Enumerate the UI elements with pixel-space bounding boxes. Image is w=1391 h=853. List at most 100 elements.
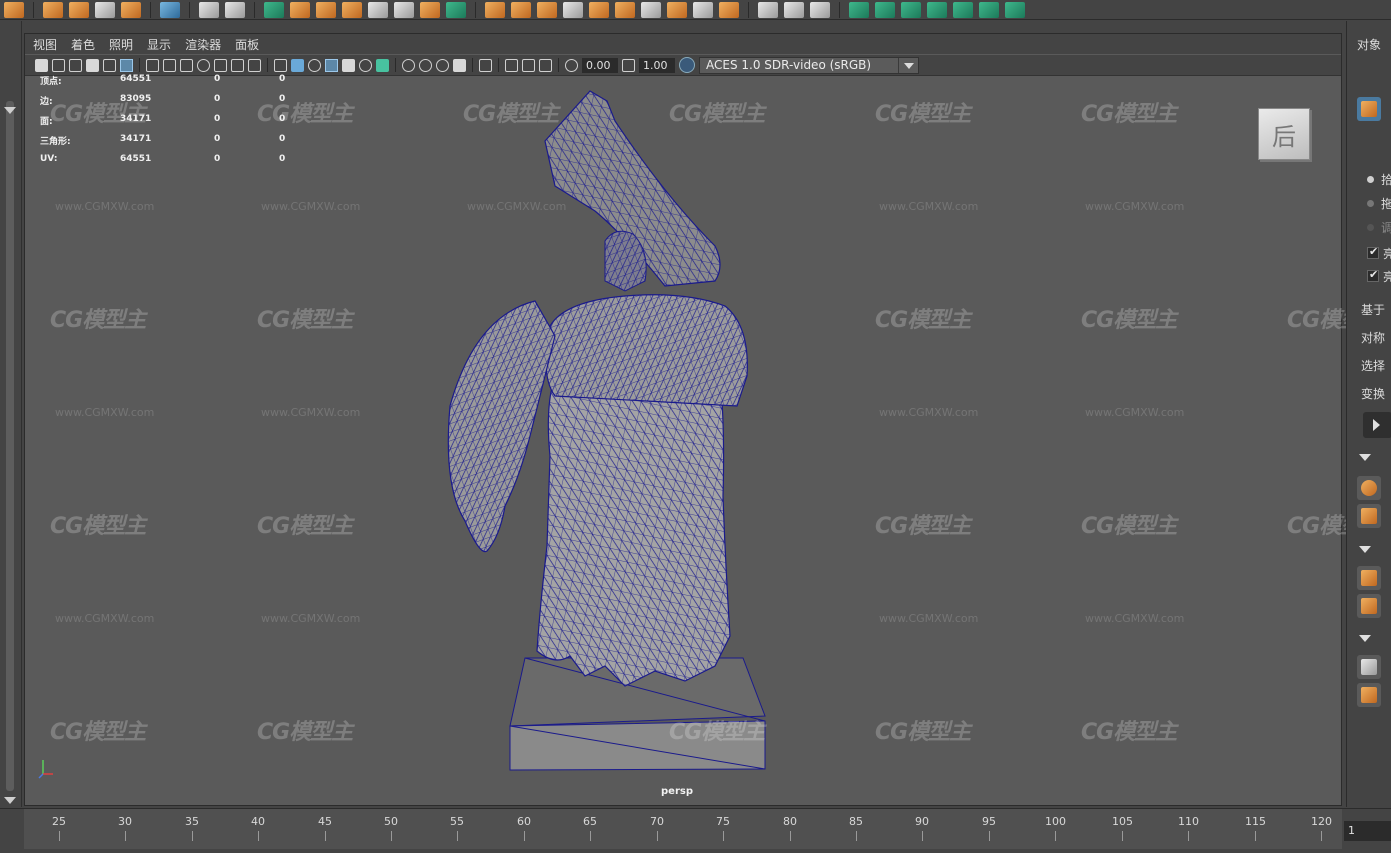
tool-button[interactable] <box>1357 594 1381 618</box>
statue-model[interactable] <box>25 76 1343 807</box>
section-collapse-icon[interactable] <box>1359 546 1371 553</box>
grease-pencil-icon[interactable] <box>103 58 116 72</box>
camera-icon[interactable] <box>199 1 219 18</box>
section-collapse-icon[interactable] <box>1359 635 1371 642</box>
menu-shading[interactable]: 着色 <box>71 36 95 53</box>
crease-icon[interactable] <box>810 1 830 18</box>
triangulate-icon[interactable] <box>667 1 687 18</box>
select-lasso-icon[interactable] <box>264 1 284 18</box>
lights-icon[interactable] <box>376 58 389 72</box>
multi-cut-icon[interactable] <box>758 1 778 18</box>
merge-icon[interactable] <box>641 1 661 18</box>
uv-editor-icon[interactable] <box>849 1 869 18</box>
safe-title-icon[interactable] <box>248 58 261 72</box>
tool-button[interactable] <box>1357 566 1381 590</box>
grid-toggle-icon[interactable] <box>146 58 159 72</box>
pen-icon[interactable] <box>120 58 133 72</box>
menu-renderer[interactable]: 渲染器 <box>185 36 221 53</box>
antialiasing-icon[interactable] <box>453 58 466 72</box>
film-gate-icon[interactable] <box>163 58 176 72</box>
insert-loop-icon[interactable] <box>563 1 583 18</box>
uv-auto-icon[interactable] <box>953 1 973 18</box>
uv-cut-icon[interactable] <box>1005 1 1025 18</box>
xray-icon[interactable] <box>342 58 355 72</box>
edge-flow-icon[interactable] <box>784 1 804 18</box>
scroll-down-icon[interactable] <box>4 797 16 804</box>
smooth-shade-icon[interactable] <box>291 58 304 72</box>
time-ruler[interactable]: 25 30 35 40 45 50 55 60 65 70 75 80 85 9… <box>24 809 1342 849</box>
exposure-field[interactable]: 0.00 <box>582 57 618 73</box>
tool-button[interactable] <box>1357 655 1381 679</box>
image-plane-icon[interactable] <box>86 58 99 72</box>
gamma-icon[interactable] <box>622 58 635 72</box>
isolate-select-icon[interactable] <box>479 58 492 72</box>
checkbox[interactable] <box>1367 268 1379 282</box>
checkbox[interactable] <box>1367 245 1379 259</box>
menu-show[interactable]: 显示 <box>147 36 171 53</box>
camera-attributes-icon[interactable] <box>52 58 65 72</box>
safe-action-icon[interactable] <box>231 58 244 72</box>
section-collapse-icon[interactable] <box>1359 454 1371 461</box>
current-frame-field[interactable]: 1 <box>1344 821 1391 841</box>
reduce-icon[interactable] <box>615 1 635 18</box>
polygon-cube-icon[interactable] <box>43 1 63 18</box>
polygon-torus-icon[interactable] <box>69 1 89 18</box>
separate-icon[interactable] <box>316 1 336 18</box>
viewcube[interactable]: 后 <box>1258 108 1310 160</box>
shadows-icon[interactable] <box>402 58 415 72</box>
bookmark-icon[interactable] <box>69 58 82 72</box>
radio-option[interactable] <box>1367 200 1374 207</box>
menu-lighting[interactable]: 照明 <box>109 36 133 53</box>
xray-active-icon[interactable] <box>522 58 535 72</box>
menu-view[interactable]: 视图 <box>33 36 57 53</box>
cleanup-icon[interactable] <box>719 1 739 18</box>
tool-button[interactable] <box>1357 683 1381 707</box>
append-icon[interactable] <box>511 1 531 18</box>
extrude-icon[interactable] <box>420 1 440 18</box>
target-weld-icon[interactable] <box>589 1 609 18</box>
combine-icon[interactable] <box>290 1 310 18</box>
chevron-down-icon[interactable] <box>898 57 918 73</box>
wireframe-icon[interactable] <box>274 58 287 72</box>
tool-button[interactable] <box>1357 476 1381 500</box>
fill-hole-icon[interactable] <box>485 1 505 18</box>
gamma-field[interactable]: 1.00 <box>639 57 675 73</box>
color-management-icon[interactable] <box>679 57 695 73</box>
textured-icon[interactable] <box>359 58 372 72</box>
scroll-up-icon[interactable] <box>4 107 16 114</box>
tool-button[interactable] <box>1357 504 1381 528</box>
field-chart-icon[interactable] <box>214 58 227 72</box>
uv-planar-icon[interactable] <box>875 1 895 18</box>
bevel-icon[interactable] <box>446 1 466 18</box>
uv-cylindrical-icon[interactable] <box>901 1 921 18</box>
view-transform-select[interactable]: ACES 1.0 SDR-video (sRGB) <box>699 56 919 74</box>
time-slider[interactable]: 25 30 35 40 45 50 55 60 65 70 75 80 85 9… <box>0 808 1391 853</box>
motion-blur-icon[interactable] <box>436 58 449 72</box>
bridge-icon[interactable] <box>394 1 414 18</box>
xray-joints-icon[interactable] <box>505 58 518 72</box>
left-scrollbar[interactable] <box>6 101 14 791</box>
text-tool-icon[interactable] <box>95 1 115 18</box>
ambient-occlusion-icon[interactable] <box>419 58 432 72</box>
polygon-sphere-icon[interactable] <box>4 1 24 18</box>
wireframe-on-shaded-icon[interactable] <box>325 58 338 72</box>
xform-icon[interactable] <box>225 1 245 18</box>
hud-toggle-icon[interactable] <box>539 58 552 72</box>
svg-tool-icon[interactable] <box>121 1 141 18</box>
default-material-icon[interactable] <box>308 58 321 72</box>
radio-option[interactable] <box>1367 176 1374 183</box>
quadrangulate-icon[interactable] <box>693 1 713 18</box>
menu-panels[interactable]: 面板 <box>235 36 259 53</box>
object-mode-button[interactable] <box>1357 97 1381 121</box>
grid-icon[interactable] <box>160 1 180 18</box>
uv-spherical-icon[interactable] <box>927 1 947 18</box>
select-camera-icon[interactable] <box>35 58 48 72</box>
smooth-icon[interactable] <box>368 1 388 18</box>
mirror-icon[interactable] <box>537 1 557 18</box>
gate-mask-icon[interactable] <box>197 58 210 72</box>
uv-layout-icon[interactable] <box>979 1 999 18</box>
resolution-gate-icon[interactable] <box>180 58 193 72</box>
extract-icon[interactable] <box>342 1 362 18</box>
exposure-icon[interactable] <box>565 58 578 72</box>
radio-option[interactable] <box>1367 224 1374 231</box>
